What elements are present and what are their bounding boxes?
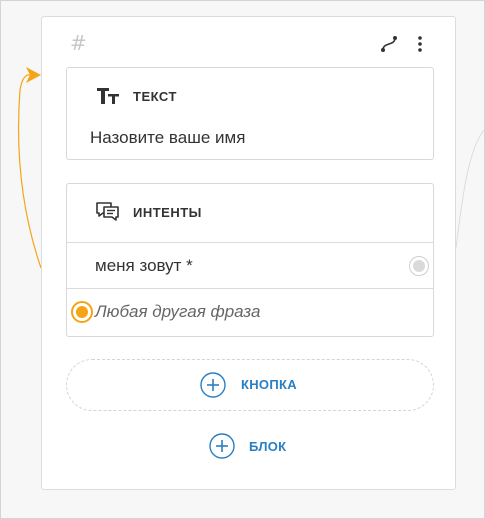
add-block-button[interactable]: БЛОК xyxy=(208,431,338,461)
text-type-icon xyxy=(97,88,119,104)
intent-row[interactable]: меня зовут * xyxy=(67,242,433,289)
more-vertical-icon[interactable] xyxy=(412,34,428,54)
fallback-connector-dot[interactable] xyxy=(71,301,93,323)
add-button-label: КНОПКА xyxy=(241,377,297,392)
plus-circle-icon xyxy=(209,433,235,459)
fallback-intent-row[interactable]: Любая другая фраза xyxy=(67,288,433,335)
plus-circle-icon xyxy=(200,372,226,398)
text-block-header: ТЕКСТ xyxy=(67,68,433,124)
intents-block-title: ИНТЕНТЫ xyxy=(133,205,202,220)
route-icon[interactable] xyxy=(379,34,399,54)
screen-card[interactable]: # ТЕКСТ Назовите ваше имя ИНТЕНТЫ меня з… xyxy=(41,16,456,490)
screen-number-hash: # xyxy=(70,31,87,55)
intent-label[interactable]: меня зовут * xyxy=(95,256,193,276)
intents-block-header: ИНТЕНТЫ xyxy=(67,184,433,240)
chat-bubbles-icon xyxy=(96,202,119,221)
text-block-content[interactable]: Назовите ваше имя xyxy=(90,128,245,148)
add-button-button[interactable]: КНОПКА xyxy=(66,359,434,411)
intent-connector-dot[interactable] xyxy=(409,256,429,276)
intents-block[interactable]: ИНТЕНТЫ меня зовут * Любая другая фраза xyxy=(66,183,434,337)
fallback-intent-label: Любая другая фраза xyxy=(95,302,261,321)
text-block-title: ТЕКСТ xyxy=(133,89,177,104)
text-block[interactable]: ТЕКСТ Назовите ваше имя xyxy=(66,67,434,160)
add-block-label: БЛОК xyxy=(249,439,287,454)
